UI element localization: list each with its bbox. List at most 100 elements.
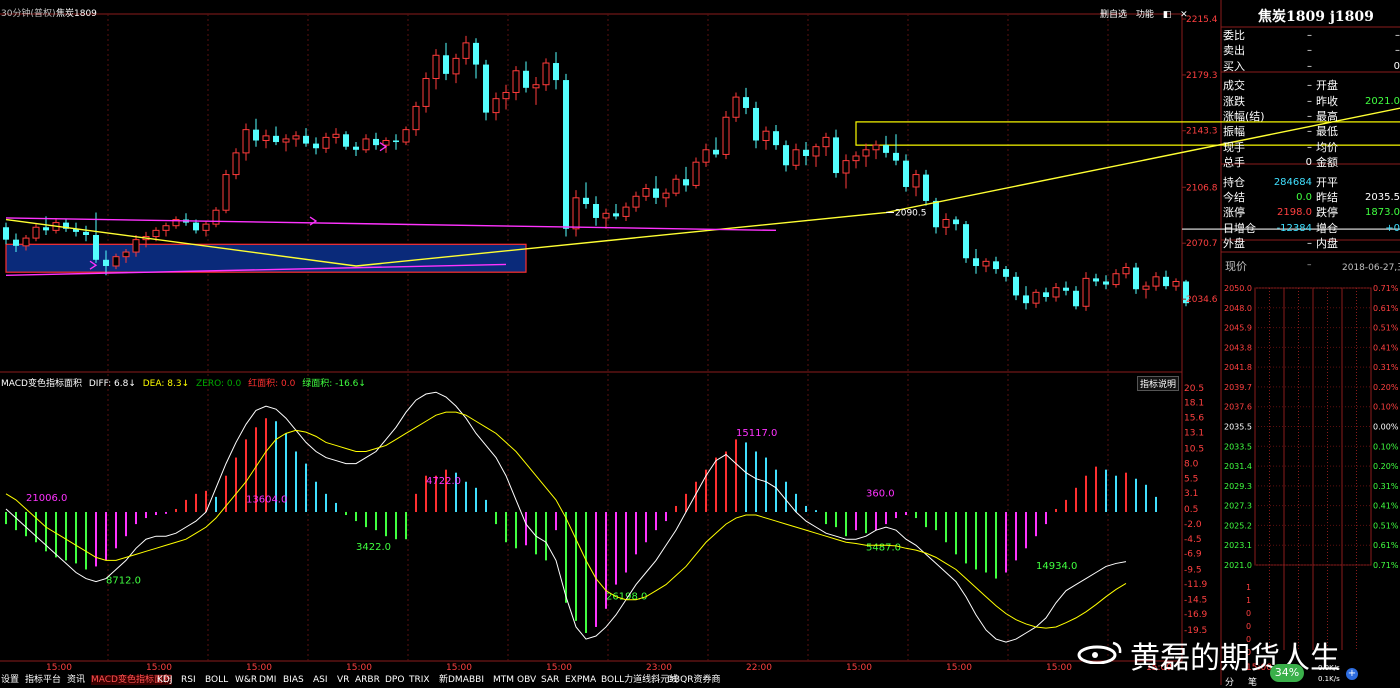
candle <box>172 216 180 229</box>
indicator-tab[interactable]: W&R <box>235 675 257 685</box>
mini-pct-label: 0.41% <box>1373 343 1399 352</box>
indicator-tab[interactable]: OBV <box>517 675 536 685</box>
remove-favorite-button[interactable]: 删自选 <box>1100 10 1127 20</box>
candle <box>833 129 839 178</box>
restore-icon[interactable]: ◧ <box>1163 10 1172 20</box>
time-tick-label: 15:00 <box>146 663 172 673</box>
candle <box>492 92 500 121</box>
quote-label: 振幅 <box>1223 125 1245 139</box>
mini-pct-label: 0.41% <box>1373 502 1399 511</box>
candle <box>942 213 950 235</box>
area-label: 8712.0 <box>106 575 141 586</box>
quote-row: 现手 – 均价 <box>1222 140 1400 155</box>
indicator-tab[interactable]: MTM <box>493 675 514 685</box>
candle <box>1052 283 1060 302</box>
indicator-explain-button[interactable]: 指标说明 <box>1137 376 1180 391</box>
indicator-tab[interactable]: 指标平台 <box>25 675 61 685</box>
candle <box>722 111 730 160</box>
indicator-tab[interactable]: BOLL <box>205 675 228 685</box>
indicator-tab[interactable]: ASI <box>313 675 328 685</box>
indicator-tab[interactable]: KDJ <box>157 675 173 685</box>
mini-pct-label: 0.71% <box>1373 561 1399 570</box>
mini-pct-label: 0.31% <box>1373 482 1399 491</box>
candle <box>542 58 550 91</box>
add-icon[interactable]: + <box>1346 668 1358 680</box>
indicator-tab[interactable]: DMI <box>259 675 276 685</box>
quote-label: 最低 <box>1316 125 1338 139</box>
candle <box>923 169 929 206</box>
mini-volume-label: 1 <box>1246 583 1251 592</box>
macd-tick-label: 8.0 <box>1184 460 1199 470</box>
close-icon[interactable]: ✕ <box>1180 10 1188 20</box>
mini-pct-label: 0.00% <box>1373 423 1399 432</box>
status-tab-ticks[interactable]: 笔 <box>1248 675 1257 688</box>
indicator-tab[interactable]: BBI <box>469 675 484 685</box>
mini-price-label: 2039.7 <box>1224 383 1252 392</box>
quote-value: -12384 <box>1276 222 1312 234</box>
candle <box>672 174 680 197</box>
quote-value: – <box>1307 141 1312 153</box>
macd-tick-label: -16.9 <box>1184 610 1208 620</box>
price-tick-label: 2034.6 <box>1186 295 1218 305</box>
candle <box>313 137 319 155</box>
indicator-tab[interactable]: VR <box>337 675 349 685</box>
indicator-tab[interactable]: DPO <box>385 675 404 685</box>
mini-price-label: 2023.1 <box>1224 541 1252 550</box>
quote-label: 增仓 <box>1316 221 1338 235</box>
time-tick-label: 15:00 <box>1046 663 1072 673</box>
candle <box>373 132 379 150</box>
mini-price-label: 2029.3 <box>1224 482 1252 491</box>
macd-tick-label: 10.5 <box>1184 444 1204 454</box>
macd-tick-label: 20.5 <box>1184 384 1204 394</box>
candle <box>732 92 740 122</box>
candle <box>1112 269 1120 288</box>
mini-pct-label: 0.51% <box>1373 324 1399 333</box>
candle <box>583 182 589 209</box>
indicator-tab[interactable]: RSI <box>181 675 196 685</box>
candle <box>982 258 990 273</box>
time-tick-label: 15:00 <box>946 663 972 673</box>
quote-title: 焦炭1809 j1809 <box>1258 9 1374 25</box>
macd-tick-label: -14.5 <box>1184 596 1207 606</box>
area-label: 14934.0 <box>1036 561 1077 572</box>
indicator-tab[interactable]: 资讯 <box>67 675 85 685</box>
quote-value: – <box>1307 60 1312 72</box>
indicator-tab[interactable]: DBQR资券商 <box>667 675 720 685</box>
candle <box>242 123 250 161</box>
quote-value: 2035.5 <box>1365 192 1400 203</box>
candle <box>683 166 689 192</box>
time-tick-label: 22:00 <box>746 663 772 673</box>
candle <box>222 169 230 214</box>
candle <box>483 59 489 121</box>
watermark-text: 黄磊的期货人生 <box>1130 641 1340 676</box>
download-speed: 0.1K/s <box>1318 675 1340 683</box>
indicator-tab[interactable]: ARBR <box>355 675 380 685</box>
quote-row: 涨停 2198.0 跌停 1873.0 <box>1222 205 1400 220</box>
candle <box>762 126 770 150</box>
candle <box>412 101 420 136</box>
indicator-tab[interactable]: EXPMA <box>565 675 596 685</box>
trend-line <box>5 217 777 232</box>
candle <box>273 126 279 146</box>
indicator-tab[interactable]: 设置 <box>1 675 19 685</box>
status-tab-timeshare[interactable]: 分 <box>1225 675 1234 688</box>
price-tick-label: 2070.7 <box>1186 239 1218 249</box>
indicator-tab[interactable]: BIAS <box>283 675 304 685</box>
indicator-tab[interactable]: SAR <box>541 675 559 685</box>
quote-value: 1873.0 <box>1365 207 1400 219</box>
mini-pct-label: 0.20% <box>1373 383 1399 392</box>
dea-arrow-icon: ↓ <box>181 379 190 389</box>
function-button[interactable]: 功能 <box>1136 10 1154 20</box>
candle <box>253 118 259 147</box>
macd-axis: 20.5 18.1 15.6 13.1 10.5 8.0 5.5 3.1 0.5 -2.0 -4.5… <box>1184 384 1208 636</box>
macd-tick-label: 13.1 <box>1184 429 1204 439</box>
quote-label: 买入 <box>1223 59 1245 73</box>
price-tick-label: 2106.8 <box>1186 183 1218 193</box>
candle <box>622 202 630 222</box>
area-label: 5487.0 <box>866 543 901 554</box>
indicator-tab[interactable]: TRIX <box>409 675 430 685</box>
quote-label: 总手 <box>1223 156 1245 170</box>
quote-label: 现手 <box>1223 140 1245 154</box>
indicator-tab[interactable]: 新DMA <box>439 675 469 685</box>
candle <box>393 134 399 150</box>
